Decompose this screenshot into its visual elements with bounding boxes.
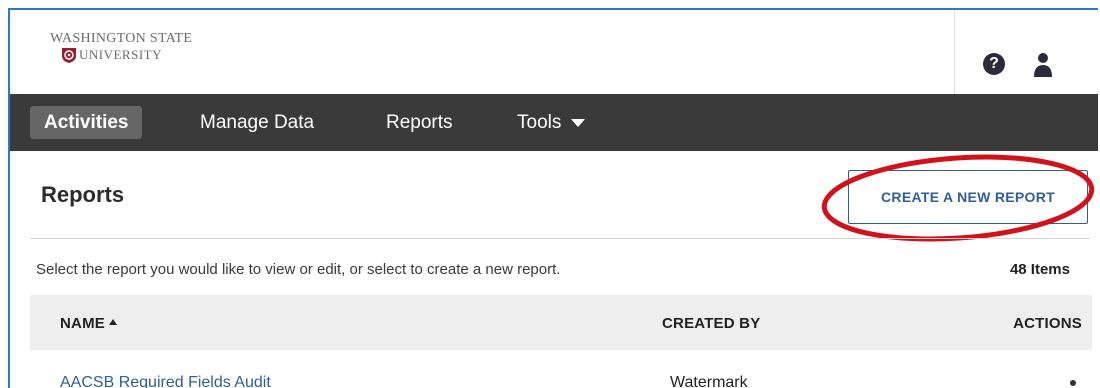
table-header: NAME CREATED BY ACTIONS: [30, 295, 1092, 350]
sort-ascending-icon: [108, 319, 117, 326]
more-actions-icon[interactable]: [1066, 376, 1080, 388]
report-name-link[interactable]: AACSB Required Fields Audit: [60, 374, 271, 388]
user-icon[interactable]: [1030, 52, 1056, 78]
wsu-logo[interactable]: WASHINGTON STATE UNIVERSITY: [50, 32, 230, 72]
column-name-label: NAME: [60, 315, 105, 332]
create-new-report-label: CREATE A NEW REPORT: [881, 189, 1055, 205]
logo-line2: UNIVERSITY: [79, 47, 162, 62]
nav-tools[interactable]: Tools: [517, 106, 586, 139]
column-actions-header: ACTIONS: [1013, 315, 1082, 332]
app-frame: WASHINGTON STATE UNIVERSITY ? Activities…: [8, 8, 1098, 388]
nav-activities[interactable]: Activities: [30, 106, 143, 139]
report-created-by: Watermark: [670, 374, 748, 388]
header-divider: [954, 10, 955, 94]
help-symbol: ?: [989, 55, 999, 72]
page-title: Reports: [41, 182, 125, 207]
help-icon[interactable]: ?: [983, 53, 1005, 75]
nav-tools-label: Tools: [517, 112, 562, 133]
column-created-by-header[interactable]: CREATED BY: [662, 315, 760, 332]
column-name-header[interactable]: NAME: [60, 315, 117, 332]
table-row: AACSB Required Fields Audit Watermark: [30, 350, 1092, 388]
wsu-seal-icon: [62, 48, 76, 63]
create-new-report-button[interactable]: CREATE A NEW REPORT: [848, 170, 1088, 224]
section-divider: [30, 238, 1090, 239]
chevron-down-icon: [571, 118, 586, 127]
item-count: 48 Items: [1009, 261, 1070, 278]
nav-manage-data[interactable]: Manage Data: [200, 106, 314, 139]
logo-line1: WASHINGTON STATE: [50, 31, 193, 46]
header: WASHINGTON STATE UNIVERSITY ?: [10, 10, 1098, 94]
main-nav: Activities Manage Data Reports Tools: [10, 94, 1098, 151]
instructions-text: Select the report you would like to view…: [36, 261, 561, 278]
nav-reports[interactable]: Reports: [386, 106, 453, 139]
